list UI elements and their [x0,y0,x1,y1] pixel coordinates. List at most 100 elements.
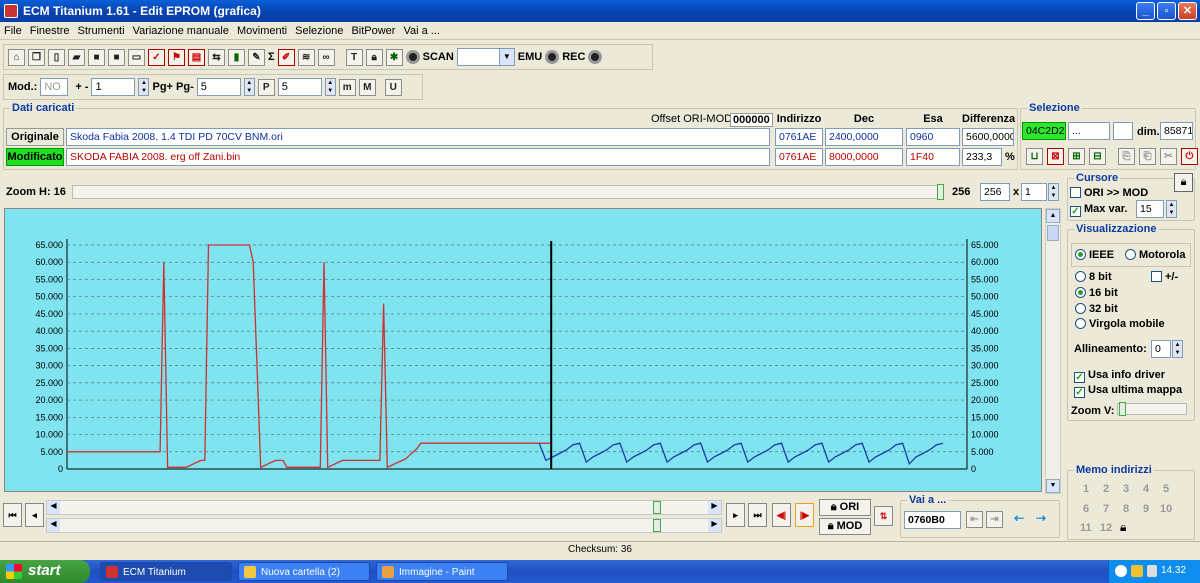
network-icon[interactable] [1115,565,1127,577]
memo-11[interactable]: 11 [1080,522,1092,534]
save-icon[interactable]: ■ [88,48,105,66]
select-all-icon[interactable]: ⊞ [1068,148,1085,165]
memo-12[interactable]: 12 [1100,522,1112,534]
m-button[interactable]: m [338,78,356,96]
mod-button[interactable]: 🔒︎ MOD [819,518,871,535]
menu-selezione[interactable]: Selezione [295,25,343,37]
8bit-radio[interactable]: 8 bit [1075,271,1112,283]
ori-hscroll[interactable]: ◀ ▶ [46,500,722,515]
p-field[interactable]: 5 [277,78,322,96]
scroll-left-icon[interactable]: ◀ [47,501,60,514]
mod-field[interactable]: NO [40,78,69,96]
modificato-dec[interactable]: 8000,0000 [825,148,903,166]
terminal-icon[interactable]: T [345,48,363,66]
motorola-radio[interactable]: Motorola [1125,249,1185,261]
rec-dot-icon[interactable] [588,50,603,64]
virgola-radio[interactable]: Virgola mobile [1075,318,1165,330]
next-page-icon[interactable]: ▸ [726,503,745,527]
record-dot-icon[interactable] [405,50,420,64]
lock-cursor-icon[interactable]: 🔒︎ [1174,173,1193,192]
goto-end-icon[interactable]: ⇢ [1036,511,1046,525]
swap-icon[interactable]: ⇅ [874,506,893,526]
goto-mod-icon[interactable]: ⇥ [986,511,1003,528]
zoom-v-handle[interactable] [1119,402,1126,416]
checksum-icon[interactable]: ✓ [148,48,165,66]
mod-hscroll-thumb[interactable] [653,519,661,532]
menu-vai-a[interactable]: Vai a ... [403,25,439,37]
U-button[interactable]: U [384,78,402,96]
memo-lock-icon[interactable]: 🔒︎ [1120,520,1126,535]
pencil-icon[interactable]: ✐ [277,48,295,66]
volume-icon[interactable] [1147,565,1157,577]
rec-button[interactable]: REC [562,51,585,63]
M-button[interactable]: M [358,78,376,96]
menu-file[interactable]: File [4,25,22,37]
menu-finestre[interactable]: Finestre [30,25,70,37]
pg-spinner[interactable]: ▲ ▼ [243,78,255,96]
memo-5[interactable]: 5 [1163,483,1169,495]
memo-7[interactable]: 7 [1103,503,1109,515]
close-button[interactable]: ✕ [1178,2,1197,20]
allineamento-field[interactable]: 0 [1151,340,1171,358]
blank-icon[interactable]: ▭ [128,48,145,66]
memo-1[interactable]: 1 [1083,483,1089,495]
maximize-button[interactable]: ▫ [1157,2,1176,20]
next-diff-icon[interactable]: |▶ [795,503,814,527]
first-page-icon[interactable]: ⏮ [3,503,22,527]
task-nuova-cartella[interactable]: Nuova cartella (2) [238,562,370,581]
compare-icon[interactable]: ⇆ [208,48,225,66]
task-ecm-titanium[interactable]: ECM Titanium [100,562,232,581]
zoom-h-slider[interactable] [72,184,944,200]
last-page-icon[interactable]: ⏭ [748,503,767,527]
ori-button[interactable]: 🔒︎ ORI [819,499,871,516]
32bit-radio[interactable]: 32 bit [1075,303,1118,315]
binoculars-icon[interactable]: ∞ [317,48,335,66]
sigma-icon[interactable]: Σ [268,51,275,63]
scroll-right-icon[interactable]: ▶ [708,519,721,532]
goto-ori-icon[interactable]: ⇤ [966,511,983,528]
menu-bitpower[interactable]: BitPower [351,25,395,37]
select-start-icon[interactable]: ⊔ [1026,148,1043,165]
step-spinner[interactable]: ▲ ▼ [138,78,150,96]
p-button[interactable]: P [257,78,275,96]
modificato-label[interactable]: Modificato [6,148,64,166]
page-icon[interactable]: ▯ [48,48,65,66]
pg-field[interactable]: 5 [196,78,241,96]
usa-mappa-checkbox[interactable]: ✓ Usa ultima mappa [1074,384,1182,398]
zoom-mult-field[interactable]: 1 [1021,183,1047,201]
memo-2[interactable]: 2 [1103,483,1109,495]
select-end-icon[interactable]: ⊟ [1089,148,1106,165]
memo-4[interactable]: 4 [1143,483,1149,495]
zoom-v-slider[interactable] [1117,402,1187,416]
paste-selection-icon[interactable]: ⎗ [1139,148,1156,165]
memo-8[interactable]: 8 [1123,503,1129,515]
graph-icon[interactable]: ≋ [297,48,315,66]
copy-icon[interactable]: ❐ [28,48,45,66]
vai-a-field[interactable]: 0760B0 [904,511,961,529]
p-spinner[interactable]: ▲ ▼ [324,78,336,96]
lock-icon[interactable]: 🔒︎ [365,48,383,66]
graph-vertical-scrollbar[interactable]: ▲ ▼ [1045,208,1061,494]
ori-hscroll-thumb[interactable] [653,501,661,514]
originale-label[interactable]: Originale [6,128,64,146]
scroll-right-icon[interactable]: ▶ [708,501,721,514]
zoom-field[interactable]: 256 [980,183,1010,201]
allineamento-spinner[interactable]: ▲ ▼ [1172,340,1183,358]
graph-area[interactable]: 0 0 5.000 5.000 10.000 10.000 15.000 15.000 20.0… [4,208,1042,492]
menu-variazione-manuale[interactable]: Variazione manuale [133,25,229,37]
scroll-left-icon[interactable]: ◀ [47,519,60,532]
zoom-h-handle[interactable] [937,184,944,200]
disk-icon[interactable]: ■ [108,48,125,66]
prev-page-icon[interactable]: ◂ [25,503,44,527]
prev-diff-icon[interactable]: ◀| [772,503,791,527]
battery-icon[interactable]: ▮ [228,48,245,66]
selection-extra-field[interactable] [1113,122,1133,140]
runner-icon[interactable]: ✱ [385,48,403,66]
calendar-icon[interactable]: ▤ [188,48,205,66]
checksum-all-icon[interactable]: ⚑ [168,48,185,66]
scroll-down-icon[interactable]: ▼ [1046,479,1060,493]
copy-selection-icon[interactable]: ⎘ [1118,148,1135,165]
memo-3[interactable]: 3 [1123,483,1129,495]
emu-dot-icon[interactable] [545,50,560,64]
select-range-icon[interactable]: ⊠ [1047,148,1064,165]
